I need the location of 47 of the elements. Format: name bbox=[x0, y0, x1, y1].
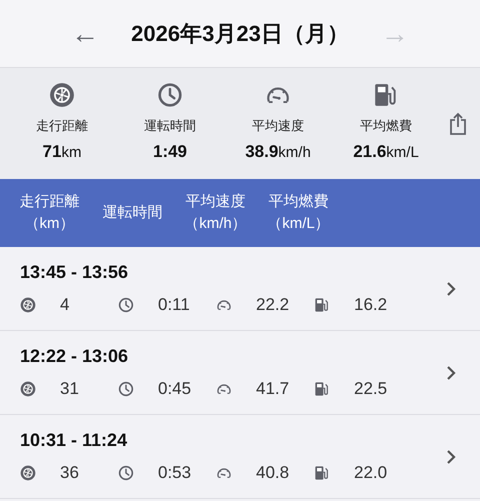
share-icon[interactable] bbox=[448, 112, 468, 136]
column-title: 運転時間 bbox=[102, 203, 162, 223]
trip-stat-value: 41.7 bbox=[256, 378, 290, 400]
trip-time-range: 12:22 - 13:06 bbox=[20, 345, 130, 368]
stat-value: 38.9km/h bbox=[245, 141, 311, 164]
chevron-right-icon bbox=[446, 280, 456, 296]
column-unit: （km） bbox=[24, 214, 74, 234]
column-title: 平均燃費 bbox=[268, 192, 328, 212]
trip-stat-value: 36 bbox=[60, 462, 79, 484]
tire-icon bbox=[20, 297, 36, 313]
column-title: 走行距離 bbox=[20, 192, 80, 212]
stat-value: 1:49 bbox=[152, 141, 188, 164]
fuel-pump-icon bbox=[314, 465, 330, 481]
fuel-pump-icon bbox=[314, 297, 330, 313]
fuel-pump-icon bbox=[314, 381, 330, 397]
clock-icon bbox=[118, 381, 134, 397]
chevron-right-icon bbox=[446, 364, 456, 380]
back-button[interactable]: ← bbox=[71, 20, 100, 48]
stat-value: 71km bbox=[42, 141, 82, 164]
trip-stat-value: 0:11 bbox=[158, 294, 190, 316]
clock-icon bbox=[118, 297, 134, 313]
date-title: 2026年3月23日（月） bbox=[131, 20, 349, 48]
trip-time-range: 10:31 - 11:24 bbox=[20, 429, 128, 452]
column-unit: （km/h） bbox=[184, 214, 247, 234]
tire-icon bbox=[20, 381, 36, 397]
trip-stat-value: 22.0 bbox=[354, 462, 388, 484]
clock-icon bbox=[157, 82, 183, 108]
chevron-right-icon bbox=[446, 448, 456, 464]
column-unit: （km/L） bbox=[267, 214, 330, 234]
trip-stat-value: 16.2 bbox=[354, 294, 388, 316]
stat-value: 21.6km/L bbox=[353, 141, 419, 164]
trip-time-range: 13:45 - 13:56 bbox=[20, 261, 130, 284]
tire-icon bbox=[20, 465, 36, 481]
trip-stat-value: 31 bbox=[60, 378, 79, 400]
stat-label: 平均燃費 bbox=[360, 116, 412, 135]
column-title: 平均速度 bbox=[186, 192, 246, 212]
trip-stat-value: 0:45 bbox=[158, 378, 192, 400]
tire-icon bbox=[49, 82, 75, 108]
trip-stat-value: 22.2 bbox=[256, 294, 290, 316]
stat-label: 運転時間 bbox=[144, 116, 196, 135]
trip-stat-value: 40.8 bbox=[256, 462, 290, 484]
trip-stat-value: 0:53 bbox=[158, 462, 192, 484]
clock-icon bbox=[118, 465, 134, 481]
stat-label: 平均速度 bbox=[252, 116, 304, 135]
trip-stat-value: 4 bbox=[60, 294, 70, 316]
stat-label: 走行距離 bbox=[36, 116, 88, 135]
trip-stat-value: 22.5 bbox=[354, 378, 388, 400]
